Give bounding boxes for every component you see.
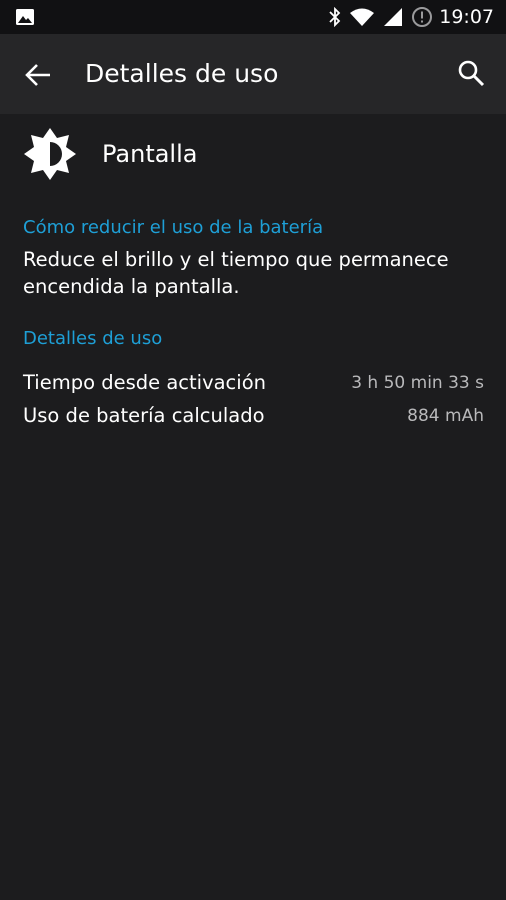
usage-row-label: Uso de batería calculado [23,404,265,427]
app-bar: Detalles de uso [0,34,506,114]
usage-row-value: 3 h 50 min 33 s [351,373,484,393]
cellular-signal-icon [384,8,403,26]
brightness-icon [24,128,76,180]
usage-row-label: Tiempo desde activación [23,371,266,394]
page-title: Detalles de uso [85,59,279,88]
arrow-back-icon[interactable] [22,58,56,92]
bluetooth-icon [329,7,341,27]
alert-circle-icon [412,7,433,27]
usage-heading: Detalles de uso [23,328,163,349]
content: Pantalla Cómo reducir el uso de la bater… [0,114,506,900]
usage-row-value: 884 mAh [407,406,484,426]
app-header: Pantalla [0,114,506,194]
usage-row-time: Tiempo desde activación 3 h 50 min 33 s [23,368,484,398]
status-bar: 19:07 [0,0,506,34]
status-icons: 19:07 [321,0,494,34]
search-icon[interactable] [454,56,488,90]
tip-heading: Cómo reducir el uso de la batería [23,217,324,238]
usage-row-battery: Uso de batería calculado 884 mAh [23,401,484,431]
wifi-icon [350,8,375,26]
tip-text: Reduce el brillo y el tiempo que permane… [23,248,449,298]
image-notification-icon [16,9,34,25]
status-time: 19:07 [439,6,494,28]
header-title: Pantalla [102,140,198,168]
